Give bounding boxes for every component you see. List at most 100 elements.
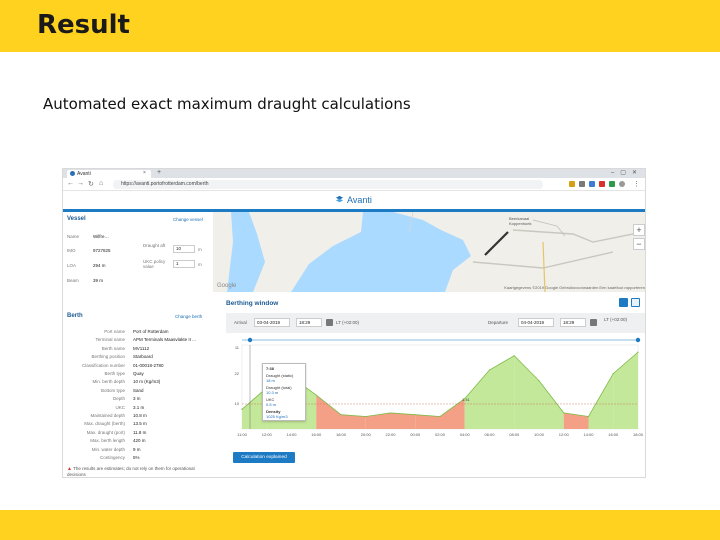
extension-icon[interactable] — [579, 181, 585, 187]
new-tab-icon[interactable]: + — [157, 169, 161, 176]
x-tick-label: 08:00 — [509, 432, 520, 437]
berth-field-label: Maintained depth — [90, 413, 125, 418]
map-attribution[interactable]: Kaartgegevens ©2019 Google Gebruiksvoorw… — [504, 285, 645, 290]
data-point — [315, 394, 317, 396]
address-bar: ← → ↻ ⌂ https://avanti.portofrotterdam.c… — [63, 178, 645, 191]
x-tick-label: 22:00 — [385, 432, 396, 437]
berth-field-value: 3.1 m — [133, 404, 145, 410]
vessel-title: Vessel — [67, 216, 86, 222]
extension-icon[interactable] — [609, 181, 615, 187]
change-vessel-link[interactable]: Change vessel — [173, 217, 203, 222]
data-point — [414, 414, 416, 416]
departure-date-input[interactable]: 04-04-2019 — [518, 318, 554, 327]
name-label: Name — [67, 234, 80, 239]
y-tick-label: 10 — [235, 401, 240, 406]
table-view-icon[interactable] — [619, 298, 628, 307]
berthing-window-title: Berthing window — [226, 300, 279, 307]
tab-title: Avanti — [77, 171, 91, 177]
x-tick-label: 14:00 — [286, 432, 297, 437]
reload-icon[interactable]: ↻ — [88, 180, 94, 188]
chart-value-label: 1.41 — [462, 397, 471, 402]
profile-icon[interactable] — [619, 181, 625, 187]
berth-field-value: Port of Rotterdam — [133, 329, 169, 334]
back-icon[interactable]: ← — [67, 180, 74, 187]
chart-tooltip: 7:38 Draught (static) 18 m Draught (tota… — [262, 363, 306, 421]
arrival-date-input[interactable]: 03-04-2019 — [254, 318, 290, 327]
x-tick-label: 12:00 — [559, 432, 570, 437]
tooltip-value: 0.5 m — [266, 402, 277, 407]
berth-field-value: 11.8 m — [133, 429, 147, 435]
avanti-favicon-icon — [70, 171, 75, 176]
zoom-in-button[interactable]: + — [633, 224, 645, 236]
data-point — [587, 415, 590, 418]
port-map[interactable]: Beerkanaal Koppenhoek + − Google Kaartge… — [213, 212, 645, 292]
beam-label: Beam — [67, 278, 79, 283]
imo-label: IMO — [67, 248, 76, 253]
data-point — [538, 380, 540, 382]
berth-field-value: 3 m — [133, 396, 141, 402]
berth-field-label: Bottom type — [100, 387, 125, 393]
y-tick-label: 22 — [235, 371, 240, 376]
data-point — [439, 415, 441, 418]
data-point — [241, 408, 243, 410]
arrival-time-input[interactable]: 18:29 — [296, 318, 322, 327]
departure-timezone: LT (+02:00) — [604, 317, 627, 322]
berth-field-label: Berthing position — [91, 354, 125, 360]
extension-icon[interactable] — [599, 181, 605, 187]
berth-title: Berth — [67, 313, 83, 319]
berth-field-label: Depth — [112, 396, 125, 402]
berth-field-label: Max. draught (port) — [86, 429, 125, 435]
window-controls[interactable]: –▢✕ — [611, 169, 643, 176]
change-berth-link[interactable]: Change berth — [175, 314, 202, 319]
time-range-bar: Arrival 03-04-2019 18:29 LT (+02:00) Dep… — [226, 313, 645, 333]
app-header: Avanti — [63, 191, 645, 209]
x-tick-label: 04:00 — [460, 432, 471, 437]
ukc-policy-label: UKC policy value — [143, 259, 166, 269]
calculation-explained-button[interactable]: Calculation explained — [233, 452, 295, 463]
url-text: https://avanti.portofrotterdam.com/berth — [121, 181, 209, 187]
departure-time-input[interactable]: 18:29 — [560, 318, 586, 327]
loa-label: LOA — [67, 263, 77, 268]
tooltip-time: 7:38 — [266, 366, 275, 371]
draught-aft-input[interactable]: 10 — [173, 245, 195, 253]
arrival-timezone: LT (+02:00) — [336, 320, 359, 325]
zoom-out-button[interactable]: − — [633, 238, 645, 250]
berth-field-label: Min. berth depth — [92, 379, 125, 385]
berth-field-label: Min. water depth — [91, 446, 125, 452]
berth-field-label: Berth type — [104, 371, 125, 376]
avanti-logo-icon — [335, 195, 344, 203]
area-segment — [390, 412, 416, 429]
x-tick-label: 12:00 — [262, 432, 273, 437]
calendar-icon[interactable] — [590, 319, 597, 326]
app-screenshot: Avanti × + –▢✕ ← → ↻ ⌂ https://avanti.po… — [62, 168, 646, 478]
google-logo: Google — [217, 283, 237, 289]
browser-tab[interactable]: Avanti × — [67, 170, 151, 178]
menu-icon[interactable]: ⋮ — [633, 180, 640, 188]
close-icon[interactable]: × — [143, 170, 146, 176]
home-icon[interactable]: ⌂ — [99, 180, 103, 187]
data-point — [563, 412, 565, 414]
y-tick-label: 11 — [235, 345, 240, 350]
x-tick-label: 11:00 — [237, 432, 247, 437]
ukc-unit: m — [198, 262, 202, 267]
x-tick-label: 02:00 — [435, 432, 446, 437]
beam-value: 39 m — [93, 278, 104, 283]
url-field[interactable]: https://avanti.portofrotterdam.com/berth — [113, 180, 543, 189]
berth-field-label: Max. draught (berth) — [84, 421, 125, 427]
chart-view-icon[interactable] — [631, 298, 640, 307]
slide-title: Result — [37, 10, 130, 40]
ukc-policy-input[interactable]: 1 — [173, 260, 195, 268]
calendar-icon[interactable] — [326, 319, 333, 326]
map-place-label: Beerkanaal Koppenhoek — [509, 216, 532, 226]
imo-value: 9727825 — [93, 248, 111, 253]
berth-field-value: 5% — [133, 455, 140, 460]
extension-icon[interactable] — [569, 181, 575, 187]
forward-icon[interactable]: → — [77, 180, 84, 187]
berth-field-value: 10 m (Kg/m3) — [133, 379, 161, 385]
berth-field-label: Terminal name — [95, 337, 125, 343]
x-tick-label: 16:00 — [311, 432, 322, 437]
berth-field-label: Port name — [104, 329, 125, 334]
footer-bar — [0, 510, 720, 540]
extension-icon[interactable] — [589, 181, 595, 187]
berth-field-value: 10.8 m — [133, 413, 147, 418]
